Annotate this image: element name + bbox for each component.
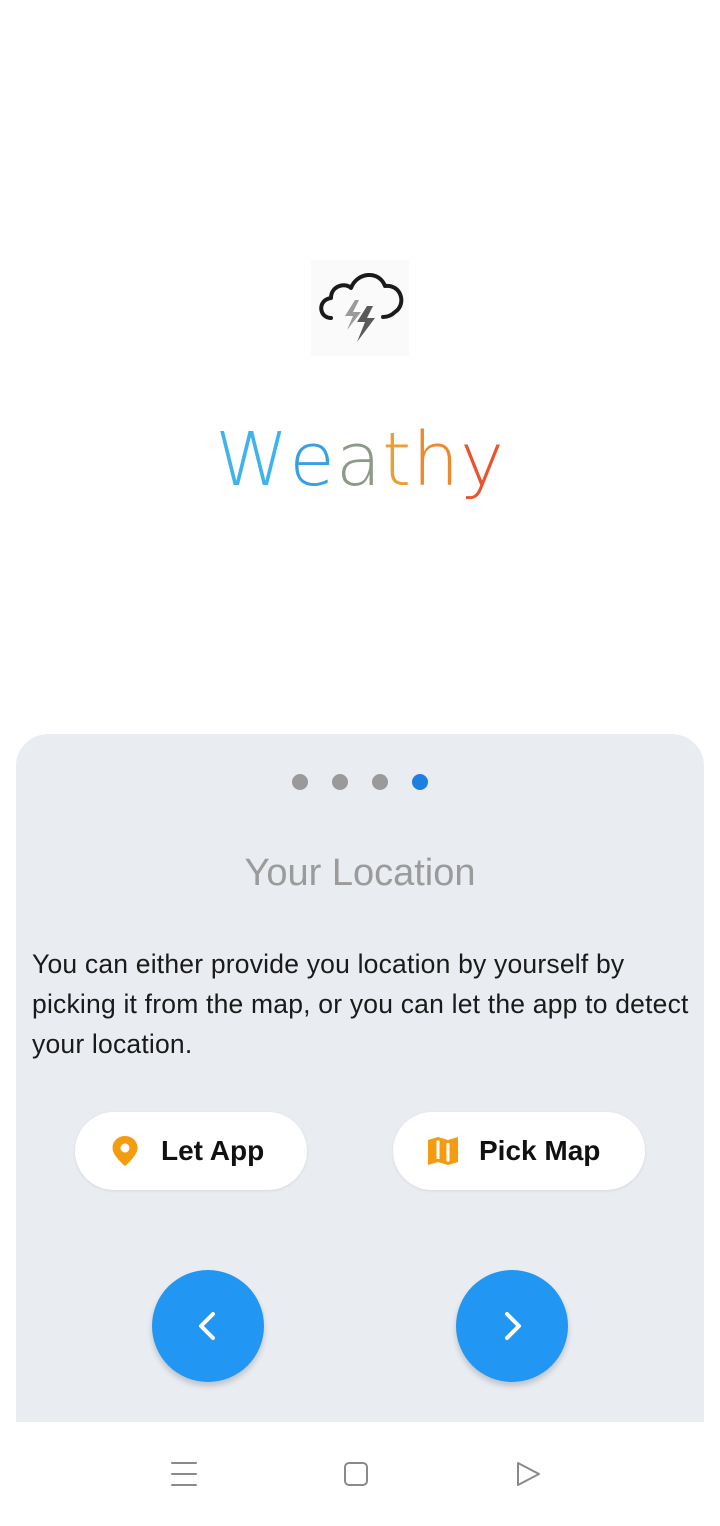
card-title: Your Location (244, 852, 476, 894)
app-title-letter: W (215, 417, 290, 503)
pick-map-label: Pick Map (479, 1135, 601, 1166)
home-square-icon (344, 1462, 368, 1486)
back-triangle-icon (517, 1462, 540, 1486)
menu-icon (171, 1462, 197, 1486)
onboarding-screen: Weathy Your Location You can either prov… (0, 0, 720, 1526)
next-button[interactable] (456, 1270, 568, 1382)
previous-button[interactable] (152, 1270, 264, 1382)
page-dot[interactable] (372, 774, 388, 790)
app-title-letter: e (289, 417, 336, 503)
page-dot[interactable] (292, 774, 308, 790)
map-icon (427, 1135, 459, 1167)
pick-map-button[interactable]: Pick Map (393, 1112, 645, 1190)
cloud-lightning-icon (311, 260, 409, 356)
system-navigation-bar (0, 1422, 720, 1526)
onboarding-card: Your Location You can either provide you… (16, 734, 704, 1422)
back-button[interactable] (498, 1452, 558, 1496)
let-app-label: Let App (161, 1135, 265, 1166)
page-dot[interactable] (332, 774, 348, 790)
app-title-letter: h (412, 417, 461, 503)
location-pin-icon (109, 1135, 141, 1167)
card-description: You can either provide you location by y… (32, 949, 689, 1059)
app-title-letter: t (382, 417, 413, 503)
chevron-right-icon (505, 1312, 521, 1340)
let-app-button[interactable]: Let App (75, 1112, 307, 1190)
page-indicator (16, 774, 704, 790)
menu-button[interactable] (154, 1452, 214, 1496)
chevron-left-icon (199, 1312, 215, 1340)
app-title-letter: y (460, 417, 505, 503)
app-title: Weathy (0, 412, 720, 508)
app-title-letter: a (335, 417, 383, 503)
home-button[interactable] (326, 1452, 386, 1496)
page-dot-active[interactable] (412, 774, 428, 790)
